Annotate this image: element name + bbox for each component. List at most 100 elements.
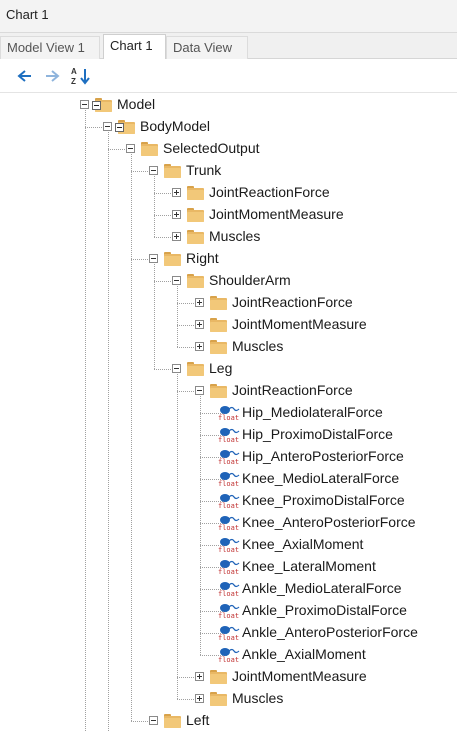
- tree-item-knee-medio-lateral-force[interactable]: float Knee_MedioLateralForce: [0, 468, 457, 490]
- tree-item-joint-reaction-force[interactable]: JointReactionForce: [0, 292, 457, 314]
- svg-text:float: float: [218, 656, 239, 664]
- tab-model-view-1[interactable]: Model View 1: [0, 36, 100, 59]
- tree-item-label: Muscles: [232, 338, 284, 354]
- tree-item-muscles[interactable]: Muscles: [0, 336, 457, 358]
- tree-item-knee-lateral-moment[interactable]: float Knee_LateralMoment: [0, 556, 457, 578]
- collapse-toggle[interactable]: [195, 386, 204, 395]
- arrow-right-icon: [46, 70, 60, 82]
- folder-icon: [210, 296, 227, 310]
- folder-icon: [164, 714, 181, 728]
- toolbar: A Z: [0, 59, 457, 93]
- tree-item-hip-mediolateral-force[interactable]: float Hip_MediolateralForce: [0, 402, 457, 424]
- tree-item-label: Right: [186, 250, 219, 266]
- expand-toggle[interactable]: [195, 342, 204, 351]
- tree-item-leg[interactable]: Leg: [0, 358, 457, 380]
- svg-text:float: float: [218, 458, 239, 466]
- folder-icon: [210, 384, 227, 398]
- tab-strip: Model View 1 Chart 1 Data View: [0, 33, 457, 59]
- tree-item-muscles[interactable]: Muscles: [0, 226, 457, 248]
- collapse-toggle[interactable]: [80, 100, 89, 109]
- tree-item-joint-moment-measure[interactable]: JointMomentMeasure: [0, 204, 457, 226]
- tree-item-knee-axial-moment[interactable]: float Knee_AxialMoment: [0, 534, 457, 556]
- svg-text:float: float: [218, 546, 239, 554]
- window-title: Chart 1: [6, 7, 49, 22]
- tree-item-label: JointReactionForce: [209, 184, 330, 200]
- float-variable-icon: float: [218, 624, 240, 642]
- svg-text:float: float: [218, 612, 239, 620]
- tree-item-label: Trunk: [186, 162, 222, 178]
- tree-item-joint-reaction-force[interactable]: JointReactionForce: [0, 182, 457, 204]
- tree-item-ankle-antero-posterior-force[interactable]: float Ankle_AnteroPosteriorForce: [0, 622, 457, 644]
- tree-item-muscles[interactable]: Muscles: [0, 688, 457, 710]
- tree-item-label: Muscles: [232, 690, 284, 706]
- float-variable-icon: float: [218, 558, 240, 576]
- object-icon: [115, 123, 124, 132]
- tree-item-shoulder-arm[interactable]: ShoulderArm: [0, 270, 457, 292]
- svg-text:float: float: [218, 436, 239, 444]
- tree-connector: [85, 127, 102, 128]
- sort-az-icon: A Z: [71, 67, 90, 86]
- collapse-toggle[interactable]: [149, 254, 158, 263]
- float-variable-icon: float: [218, 602, 240, 620]
- sort-button[interactable]: A Z: [70, 66, 90, 86]
- tab-chart-1[interactable]: Chart 1: [103, 34, 166, 59]
- tree-item-label: Knee_MedioLateralForce: [242, 470, 400, 486]
- tree-item-label: JointMomentMeasure: [232, 668, 367, 684]
- float-variable-icon: float: [218, 536, 240, 554]
- svg-text:float: float: [218, 480, 239, 488]
- tree-item-selected-output[interactable]: SelectedOutput: [0, 138, 457, 160]
- folder-icon: [210, 340, 227, 354]
- float-variable-icon: float: [218, 448, 240, 466]
- collapse-toggle[interactable]: [126, 144, 135, 153]
- tree-item-left[interactable]: Left: [0, 710, 457, 731]
- tree-item-joint-moment-measure[interactable]: JointMomentMeasure: [0, 314, 457, 336]
- tree-item-joint-moment-measure[interactable]: JointMomentMeasure: [0, 666, 457, 688]
- expand-toggle[interactable]: [172, 232, 181, 241]
- tree-item-knee-proximo-distal-force[interactable]: float Knee_ProximoDistalForce: [0, 490, 457, 512]
- svg-text:float: float: [218, 590, 239, 598]
- folder-icon: [187, 230, 204, 244]
- folder-icon: [210, 670, 227, 684]
- expand-toggle[interactable]: [195, 672, 204, 681]
- svg-text:float: float: [218, 634, 239, 642]
- tree-item-label: JointMomentMeasure: [209, 206, 344, 222]
- tree-item-hip-proximo-distal-force[interactable]: float Hip_ProximoDistalForce: [0, 424, 457, 446]
- expand-toggle[interactable]: [195, 298, 204, 307]
- collapse-toggle[interactable]: [149, 716, 158, 725]
- tree-item-label: JointReactionForce: [232, 382, 353, 398]
- tree-item-ankle-proximo-distal-force[interactable]: float Ankle_ProximoDistalForce: [0, 600, 457, 622]
- tree-item-body-model[interactable]: BodyModel: [0, 116, 457, 138]
- expand-toggle[interactable]: [172, 210, 181, 219]
- tree-connector: [154, 369, 171, 370]
- folder-icon: [187, 274, 204, 288]
- collapse-toggle[interactable]: [103, 122, 112, 131]
- tree-item-label: Muscles: [209, 228, 261, 244]
- expand-toggle[interactable]: [172, 188, 181, 197]
- float-variable-icon: float: [218, 580, 240, 598]
- tree-item-model[interactable]: Model: [0, 94, 457, 116]
- forward-button[interactable]: [42, 66, 62, 86]
- folder-icon: [115, 120, 135, 134]
- tree-item-joint-reaction-force[interactable]: JointReactionForce: [0, 380, 457, 402]
- float-variable-icon: float: [218, 514, 240, 532]
- tree-connector: [131, 721, 148, 722]
- tree-item-ankle-axial-moment[interactable]: float Ankle_AxialMoment: [0, 644, 457, 666]
- tree-item-label: Hip_ProximoDistalForce: [242, 426, 393, 442]
- tree-item-label: Model: [117, 96, 156, 112]
- tree-connector: [177, 677, 194, 678]
- tree-item-trunk[interactable]: Trunk: [0, 160, 457, 182]
- tree-item-ankle-medio-lateral-force[interactable]: float Ankle_MedioLateralForce: [0, 578, 457, 600]
- back-button[interactable]: [15, 66, 35, 86]
- collapse-toggle[interactable]: [149, 166, 158, 175]
- tree-item-label: ShoulderArm: [209, 272, 291, 288]
- tree-item-label: Ankle_AnteroPosteriorForce: [242, 624, 418, 640]
- collapse-toggle[interactable]: [172, 364, 181, 373]
- collapse-toggle[interactable]: [172, 276, 181, 285]
- tree-item-knee-antero-posterior-force[interactable]: float Knee_AnteroPosteriorForce: [0, 512, 457, 534]
- tree-item-hip-antero-posterior-force[interactable]: float Hip_AnteroPosteriorForce: [0, 446, 457, 468]
- expand-toggle[interactable]: [195, 320, 204, 329]
- tab-data-view[interactable]: Data View: [166, 36, 248, 59]
- tree-view[interactable]: Model BodyModel SelectedOutput Trunk JointRe…: [0, 93, 457, 731]
- tree-item-right[interactable]: Right: [0, 248, 457, 270]
- expand-toggle[interactable]: [195, 694, 204, 703]
